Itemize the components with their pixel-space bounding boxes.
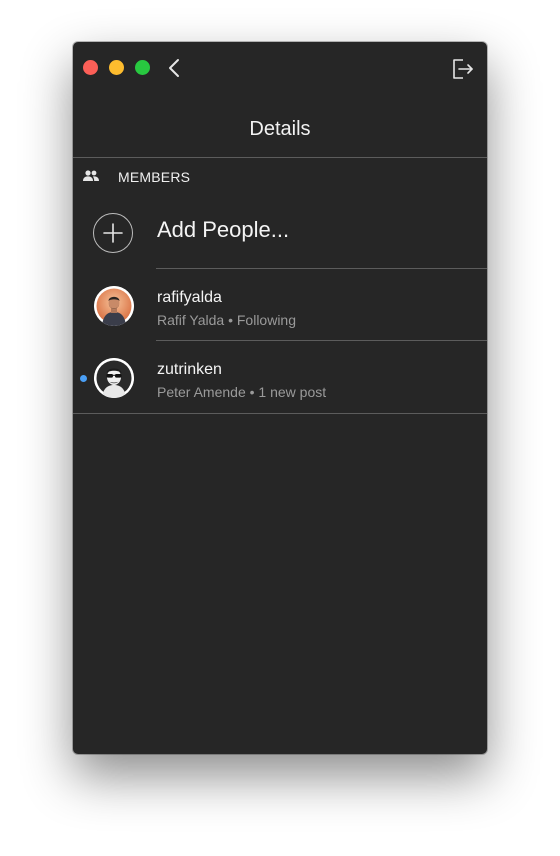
close-window-button[interactable] bbox=[83, 60, 98, 75]
avatar bbox=[94, 358, 134, 398]
add-people-label: Add People... bbox=[157, 217, 290, 242]
leave-conversation-icon bbox=[453, 59, 473, 79]
unread-indicator bbox=[80, 375, 87, 382]
plus-circle-icon bbox=[93, 213, 133, 253]
zoom-window-button[interactable] bbox=[135, 60, 150, 75]
leave-conversation-button[interactable] bbox=[449, 56, 475, 82]
members-section-label: MEMBERS bbox=[118, 169, 191, 185]
list-bottom-divider bbox=[73, 413, 487, 414]
member-row-zutrinken[interactable]: zutrinken Peter Amende • 1 new post bbox=[73, 343, 487, 413]
row-divider bbox=[156, 340, 487, 341]
member-subtitle: Rafif Yalda • Following bbox=[157, 312, 297, 328]
member-subtitle: Peter Amende • 1 new post bbox=[157, 384, 327, 400]
details-window: Details MEMBERS Add People... rafifyalda… bbox=[73, 42, 487, 754]
avatar-image bbox=[94, 358, 134, 398]
title-divider bbox=[73, 157, 487, 158]
member-row-rafifyalda[interactable]: rafifyalda Rafif Yalda • Following bbox=[73, 271, 487, 341]
members-icon bbox=[83, 170, 99, 181]
row-divider bbox=[156, 268, 487, 269]
avatar-image bbox=[94, 286, 134, 326]
add-people-button[interactable]: Add People... bbox=[73, 202, 487, 264]
members-section-header: MEMBERS bbox=[73, 164, 487, 190]
chevron-left-icon bbox=[169, 59, 179, 77]
window-title: Details bbox=[249, 118, 311, 140]
avatar bbox=[94, 286, 134, 326]
back-button[interactable] bbox=[165, 56, 187, 80]
member-username: rafifyalda bbox=[157, 289, 222, 306]
minimize-window-button[interactable] bbox=[109, 60, 124, 75]
member-username: zutrinken bbox=[157, 361, 222, 378]
